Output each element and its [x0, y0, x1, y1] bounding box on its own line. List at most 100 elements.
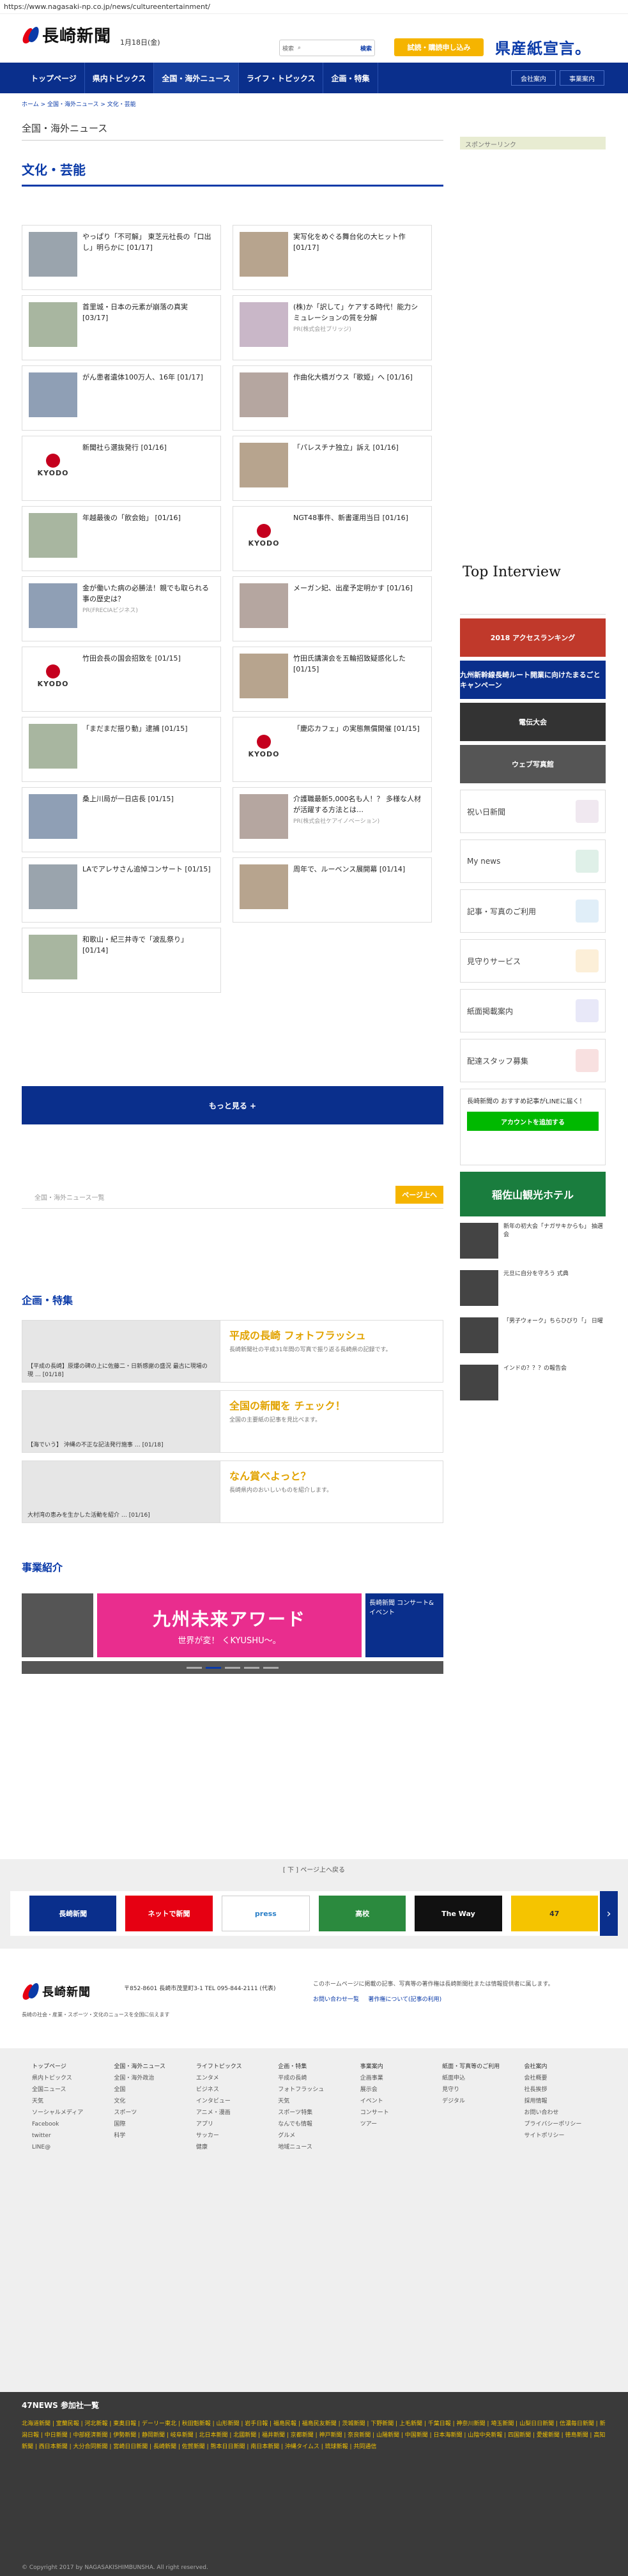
sidebar-banner[interactable]: 2018 アクセスランキング — [460, 618, 606, 657]
sitemap-link[interactable]: ライフトピックス — [196, 2061, 268, 2073]
nav-business[interactable]: 事業案内 — [560, 70, 604, 86]
sitemap-link[interactable]: 企画事業 — [360, 2073, 432, 2084]
sitemap-link[interactable]: 紙面申込 — [442, 2073, 514, 2084]
sitemap-link[interactable]: 地域ニュース — [278, 2142, 349, 2153]
sitemap-link[interactable]: 全国 — [114, 2084, 185, 2096]
sitemap-link[interactable]: 展示会 — [360, 2084, 432, 2096]
list-item[interactable]: 新年の初大会「ナガサキからも」 抽選会 — [460, 1223, 606, 1265]
sitemap-link[interactable]: 社長挨拶 — [525, 2084, 596, 2096]
sidebar-menu-button[interactable]: 配達スタッフ募集 — [460, 1039, 606, 1082]
feature-item[interactable]: 【平成の長崎】原爆の碑の上に佐藤二・日新感謝の盛況 最古に現場の現 … [01/… — [22, 1320, 443, 1383]
article-card[interactable]: 「まだまだ揺り動」逮捕 [01/15] — [22, 717, 221, 782]
sitemap-link[interactable]: 天気 — [32, 2096, 103, 2107]
sitemap-link[interactable]: 国際 — [114, 2119, 185, 2130]
partner-logo[interactable]: 長崎新聞 — [29, 1896, 117, 1931]
back-to-list-link[interactable]: 全国・海外ニュース一覧 — [34, 1192, 105, 1202]
sidebar-banner[interactable]: 電伝大会 — [460, 703, 606, 741]
n47-list[interactable]: 北海道新聞 | 室蘭民報 | 河北新報 | 東奥日報 | デーリー東北 | 秋田… — [0, 2418, 628, 2453]
carousel-dot[interactable] — [263, 1666, 279, 1669]
sitemap-link[interactable]: 採用情報 — [525, 2096, 596, 2107]
sitemap-link[interactable]: インタビュー — [196, 2096, 268, 2107]
sitemap-link[interactable]: アニメ・漫画 — [196, 2107, 268, 2119]
sitemap-link[interactable]: 全国ニュース — [32, 2084, 103, 2096]
sitemap-link[interactable]: グルメ — [278, 2130, 349, 2142]
article-card[interactable]: 作曲化大橋ガウス「歌姫」へ [01/16] — [233, 365, 432, 431]
article-card[interactable]: がん患者遺体100万人、16年 [01/17] — [22, 365, 221, 431]
sitemap-link[interactable]: 天気 — [278, 2096, 349, 2107]
article-card[interactable]: 実写化をめぐる舞台化の大ヒット作 [01/17] — [233, 225, 432, 290]
sitemap-link[interactable]: トップページ — [32, 2061, 103, 2073]
sidebar-menu-button[interactable]: 記事・写真のご利用 — [460, 889, 606, 933]
carousel-dot[interactable] — [187, 1666, 202, 1669]
sitemap-link[interactable]: 科学 — [114, 2130, 185, 2142]
sitemap-link[interactable]: コンサート — [360, 2107, 432, 2119]
site-logo[interactable]: 長崎新聞 — [21, 23, 111, 47]
line-add-button[interactable]: アカウントを追加する — [467, 1112, 599, 1131]
article-card[interactable]: 「パレスチナ独立」訴え [01/16] — [233, 436, 432, 501]
address-bar[interactable]: https://www.nagasaki-np.co.jp/news/cultu… — [0, 0, 628, 14]
carousel-dot[interactable] — [206, 1666, 221, 1669]
sidebar-menu-button[interactable]: 祝い日新聞 — [460, 790, 606, 833]
sitemap-link[interactable]: 平成の長崎 — [278, 2073, 349, 2084]
list-item[interactable]: 「男子ウォーク」ちらひびり「」 日曜 — [460, 1317, 606, 1360]
sitemap-link[interactable]: 会社概要 — [525, 2073, 596, 2084]
article-card[interactable]: KYODO 竹田会長の国会招致を [01/15] — [22, 647, 221, 712]
sitemap-link[interactable]: フォトフラッシュ — [278, 2084, 349, 2096]
article-card[interactable]: KYODO NGT48事件、新書運用当日 [01/16] — [233, 506, 432, 571]
sitemap-link[interactable]: ツアー — [360, 2119, 432, 2130]
top-interview-banner[interactable]: Top Interview — [460, 561, 606, 615]
nav-life[interactable]: ライフ・トピックス — [239, 63, 324, 93]
trial-subscribe-button[interactable]: 試読・購読申し込み — [394, 38, 484, 56]
page-top-button[interactable]: ページ上へ — [395, 1186, 443, 1204]
nav-local[interactable]: 県内トピックス — [85, 63, 155, 93]
nav-national[interactable]: 全国・海外ニュース — [154, 63, 239, 93]
partner-logo[interactable]: press — [221, 1896, 310, 1931]
sitemap-link[interactable]: サッカー — [196, 2130, 268, 2142]
sitemap-link[interactable]: アプリ — [196, 2119, 268, 2130]
search-button[interactable]: 検索 — [360, 44, 372, 52]
sitemap-link[interactable]: ソーシャルメディア — [32, 2107, 103, 2119]
sitemap-link[interactable]: Facebook — [32, 2119, 103, 2130]
carousel-main-slide[interactable]: 九州未来アワード 世界が変！ くKYUSHU〜。 — [97, 1593, 362, 1657]
partner-logo[interactable]: ネットで新聞 — [125, 1896, 213, 1931]
article-card[interactable]: 金が働いた病の必勝法！親でも取られる事の歴史は？ PR(FRECIAビジネス) — [22, 576, 221, 641]
pref-paper-banner[interactable]: 県産紙宣言。 — [495, 36, 591, 58]
footer-link-contact[interactable]: お問い合わせ一覧 — [313, 1997, 359, 2003]
article-card[interactable]: メーガン妃、出産予定明かす [01/16] — [233, 576, 432, 641]
sidebar-menu-button[interactable]: My news — [460, 839, 606, 883]
hotel-banner[interactable]: 稲佐山観光ホテル — [460, 1172, 606, 1216]
breadcrumb[interactable]: ホーム > 全国・海外ニュース > 文化・芸能 — [22, 100, 136, 108]
partner-logo[interactable]: The Way — [415, 1896, 502, 1931]
partner-logo[interactable]: 高校 — [318, 1896, 406, 1931]
sitemap-link[interactable]: LINE@ — [32, 2142, 103, 2153]
sidebar-banner[interactable]: 九州新幹線長崎ルート開業に向けたまるごとキャンペーン — [460, 661, 606, 699]
sitemap-link[interactable]: twitter — [32, 2130, 103, 2142]
carousel-dot[interactable] — [244, 1666, 259, 1669]
sitemap-link[interactable]: なんでも情報 — [278, 2119, 349, 2130]
feature-item[interactable]: 大村湾の恵みを生かした活動を紹介 … [01/16] なん賞べよっと？ 長崎県内の… — [22, 1460, 443, 1523]
sitemap-link[interactable]: サイトポリシー — [525, 2130, 596, 2142]
article-card[interactable]: KYODO 「慶応カフェ」の実態無償開催 [01/15] — [233, 717, 432, 782]
list-item[interactable]: インドの？？？の報告会 — [460, 1365, 606, 1407]
article-card[interactable]: 周年で、ルーベンス展開幕 [01/14] — [233, 857, 432, 923]
footer-link-copyright[interactable]: 著作権について(記事の利用) — [368, 1997, 441, 2003]
sitemap-link[interactable]: 見守り — [442, 2084, 514, 2096]
article-card[interactable]: 首里城・日本の元素が崩落の真実 [03/17] — [22, 295, 221, 360]
sitemap-link[interactable]: プライバシーポリシー — [525, 2119, 596, 2130]
sitemap-link[interactable]: 健康 — [196, 2142, 268, 2153]
article-card[interactable]: 桑上川局が一日店長 [01/15] — [22, 787, 221, 852]
sitemap-link[interactable]: 県内トピックス — [32, 2073, 103, 2084]
nav-company[interactable]: 会社案内 — [511, 70, 556, 86]
sitemap-link[interactable]: 全国・海外ニュース — [114, 2061, 185, 2073]
article-card[interactable]: KYODO 新聞社ら選抜発行 [01/16] — [22, 436, 221, 501]
back-to-top-bar[interactable]: [ 下 ] ページ上へ戻る — [0, 1864, 628, 1874]
sitemap-link[interactable]: ビジネス — [196, 2084, 268, 2096]
business-carousel[interactable]: 九州未来アワード 世界が変！ くKYUSHU〜。 長崎新聞 コンサート&イベント — [22, 1584, 443, 1674]
carousel-dot[interactable] — [225, 1666, 240, 1669]
chevron-right-icon[interactable]: › — [600, 1891, 618, 1936]
sitemap-link[interactable]: 全国・海外政治 — [114, 2073, 185, 2084]
article-card[interactable]: LAでアレサさん追悼コンサート [01/15] — [22, 857, 221, 923]
carousel-next-slide[interactable]: 長崎新聞 コンサート&イベント — [365, 1593, 443, 1657]
nav-top[interactable]: トップページ — [23, 63, 85, 93]
sidebar-banner[interactable]: ウェブ写真館 — [460, 745, 606, 783]
